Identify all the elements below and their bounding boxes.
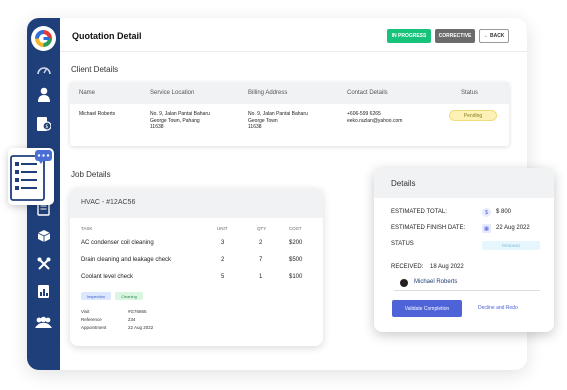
task-qty: 2 xyxy=(259,240,263,246)
received-label: RECEIVED: xyxy=(391,264,424,270)
page-title: Quotation Detail xyxy=(72,31,142,41)
meta-label: Reference xyxy=(81,317,102,322)
details-card-header: Details xyxy=(374,168,554,198)
corrective-badge[interactable]: CORRECTIVE xyxy=(435,29,475,43)
job-details-heading: Job Details xyxy=(71,170,111,179)
client-table-header: Name Service Location Billing Address Co… xyxy=(70,82,509,104)
decline-and-redo-link[interactable]: Decline and Redo xyxy=(478,305,518,311)
col-name: Name xyxy=(79,90,96,96)
job-card-header: HVAC - #12AC56 xyxy=(70,188,323,218)
user-icon[interactable] xyxy=(33,84,54,105)
avatar xyxy=(400,279,408,287)
billing-address: No. 9, Jalan Pantai Baharu George Town 1… xyxy=(248,111,308,131)
assignee-name: Michael Roberts xyxy=(414,279,458,285)
estimated-total-value: $ 800 xyxy=(496,209,512,215)
team-icon[interactable] xyxy=(33,311,54,332)
invoice-dollar-icon[interactable]: $ xyxy=(33,113,54,134)
task-cost: $100 xyxy=(289,274,303,280)
meta-label: Visit xyxy=(81,309,90,314)
assignee-row[interactable]: Michael Roberts xyxy=(394,276,540,291)
header-divider xyxy=(60,51,527,52)
tools-icon[interactable] xyxy=(33,253,54,274)
col-contact-details: Contact Details xyxy=(347,90,388,96)
col-billing-address: Billing Address xyxy=(248,90,288,96)
client-name: Michael Roberts xyxy=(79,111,116,117)
col-service-location: Service Location xyxy=(150,90,195,96)
task-cost: $200 xyxy=(289,240,303,246)
task-qty: 1 xyxy=(259,274,263,280)
service-line-3: 11638 xyxy=(150,124,164,130)
validate-completion-button[interactable]: Validate Completion xyxy=(392,300,462,317)
report-chart-icon[interactable] xyxy=(33,281,54,302)
task-name: AC condenser coil cleaning xyxy=(81,240,154,246)
task-unit: 3 xyxy=(221,240,225,246)
svg-text:$: $ xyxy=(45,124,48,130)
finish-date-label: ESTIMATED FINISH DATE: xyxy=(391,225,466,231)
status-pending-badge: PENDING xyxy=(482,241,540,250)
calendar-icon: ▦ xyxy=(482,224,491,233)
task-unit: 5 xyxy=(221,274,225,280)
client-details-heading: Client Details xyxy=(71,65,119,74)
client-details-table: Name Service Location Billing Address Co… xyxy=(70,82,509,146)
dollar-icon: $ xyxy=(482,208,491,217)
job-card-title: HVAC - #12AC56 xyxy=(81,199,136,206)
report-document-icon xyxy=(10,150,52,201)
logo-icon xyxy=(35,30,52,47)
meta-value: #G76865 xyxy=(128,309,147,314)
billing-line-3: 11638 xyxy=(248,124,262,130)
status-badge: Pending xyxy=(449,110,497,121)
job-card: HVAC - #12AC56 TASK UNIT QTY COST AC con… xyxy=(70,188,323,346)
task-name: Drain cleaning and leakage check xyxy=(81,257,172,263)
estimated-total-label: ESTIMATED TOTAL: xyxy=(391,209,447,215)
task-unit: 2 xyxy=(221,257,225,263)
box-icon[interactable] xyxy=(33,225,54,246)
billing-line-1: No. 9, Jalan Pantai Baharu xyxy=(248,111,308,117)
status-in-progress-badge[interactable]: IN PROGRESS xyxy=(387,29,431,43)
floating-report-icon xyxy=(8,148,54,205)
service-location: No. 9, Jalan Pantai Baharu George Town, … xyxy=(150,111,210,131)
col-task: TASK xyxy=(81,226,93,231)
finish-date-value: 22 Aug 2022 xyxy=(496,225,530,231)
col-unit: UNIT xyxy=(217,226,228,231)
col-status: Status xyxy=(461,90,479,96)
received-date: 18 Aug 2022 xyxy=(430,264,464,270)
back-button[interactable]: ← BACK xyxy=(479,29,509,43)
task-name: Coolant level check xyxy=(81,274,134,280)
dashboard-gauge-icon[interactable] xyxy=(33,58,54,79)
meta-value: 234 xyxy=(128,317,136,322)
contact-details: +606-599 6265 eeko.razlan@yahoo.com xyxy=(347,111,402,124)
task-qty: 7 xyxy=(259,257,263,263)
meta-label: Appointment xyxy=(81,325,107,330)
details-card: Details ESTIMATED TOTAL: $ $ 800 ESTIMAT… xyxy=(374,168,554,332)
meta-value: 22 Aug 2022 xyxy=(128,325,154,330)
col-qty: QTY xyxy=(257,226,267,231)
task-cost: $500 xyxy=(289,257,303,263)
tag-inspection[interactable]: Inspection xyxy=(81,292,111,300)
tag-cleaning[interactable]: Cleaning xyxy=(115,292,143,300)
col-cost: COST xyxy=(289,226,302,231)
app-logo[interactable] xyxy=(31,26,56,51)
status-label: STATUS xyxy=(391,241,414,247)
contact-email[interactable]: eeko.razlan@yahoo.com xyxy=(347,118,402,125)
service-line-1: No. 9, Jalan Pantai Baharu xyxy=(150,111,210,117)
details-title: Details xyxy=(391,179,416,188)
